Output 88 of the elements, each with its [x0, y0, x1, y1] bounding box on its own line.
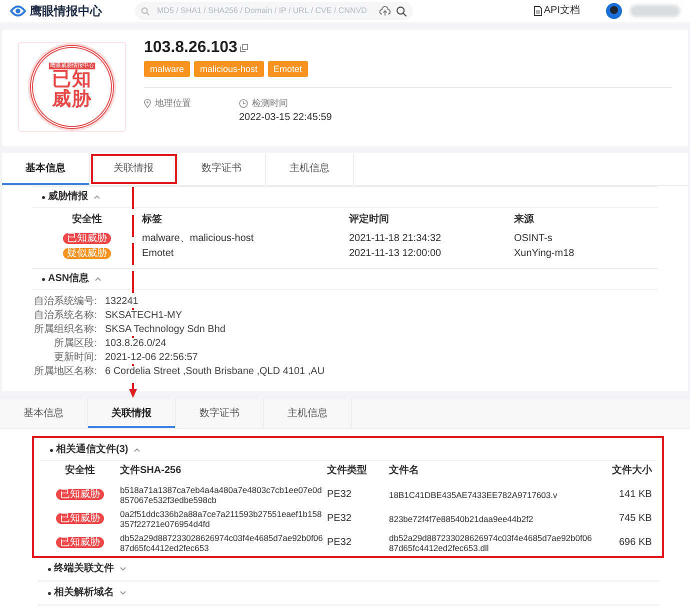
tag: malicious-host	[194, 61, 264, 77]
table-cell-text: 141 KB	[618, 489, 653, 501]
table-cell-text: 2021-11-18 21:34:32	[349, 233, 442, 245]
caret-icon[interactable]	[120, 567, 126, 571]
column-header: 安全性	[71, 214, 103, 227]
blurred-username	[630, 5, 680, 17]
column-header: 来源	[514, 214, 535, 227]
table-cell-text: b518a71a1387ca7eb4a4a480a7e4803c7cb1ee07e0d 857067e532f3edbe598cb	[120, 485, 323, 505]
detect-time-label: 检测时间	[252, 97, 288, 109]
table-cell-text: 823be72f4f7e88540b21daa9ee44b2f2	[389, 514, 534, 524]
search-input[interactable]: MD5 / SHA1 / SHA256 / Domain / IP / URL / CVE / CNNVD	[155, 4, 374, 18]
column-header: 文件名	[389, 465, 420, 478]
bullet-icon	[48, 568, 51, 570]
section-title[interactable]: 威胁情报	[48, 191, 88, 203]
copy-icon[interactable]	[240, 44, 248, 52]
tab[interactable]: 关联情报	[90, 153, 178, 185]
bullet-icon	[42, 278, 45, 280]
section-title[interactable]: ASN信息	[48, 273, 90, 285]
tab[interactable]: 数字证书	[176, 399, 264, 428]
table-cell-text: PE32	[327, 537, 352, 549]
tab[interactable]: 关联情报	[88, 399, 176, 428]
table-cell-text: 2021-11-13 12:00:00	[349, 248, 442, 260]
caret-icon[interactable]	[94, 195, 100, 199]
field-label: 所属组织名称:	[33, 324, 97, 336]
tab[interactable]: 基本信息	[2, 153, 90, 185]
field-value: 103.8.26.0/24	[105, 338, 166, 350]
field-value: SKSATECH1-MY	[105, 310, 182, 322]
search-icon[interactable]	[396, 6, 407, 16]
table-cell-text: OSINT-s	[514, 233, 554, 245]
tag: malware	[144, 61, 190, 77]
field-value: SKSA Technology Sdn Bhd	[105, 324, 226, 336]
api-docs-link[interactable]: API文档	[534, 5, 580, 17]
table-cell-text: PE32	[327, 513, 352, 525]
column-header: 文件大小	[610, 465, 653, 478]
table-cell: db52a29d887233028626974c03f4e4685d7ae92b0f06 87d65fc4412ed2fec653.dll	[389, 533, 592, 553]
logo-icon	[10, 4, 26, 18]
location-pin-icon	[144, 98, 151, 108]
section-title[interactable]: 相关解析域名	[54, 587, 114, 599]
field-label: 更新时间:	[53, 352, 97, 364]
tag: Emotet	[268, 61, 308, 77]
table-cell-text: 696 KB	[618, 537, 653, 549]
tab[interactable]: 数字证书	[178, 153, 266, 185]
field-label: 所属地区名称:	[33, 366, 97, 378]
field-value: 2021-12-06 22:56:57	[105, 352, 198, 364]
section-title[interactable]: 终端关联文件	[54, 563, 114, 575]
location-label: 地理位置	[155, 97, 191, 109]
tab[interactable]: 主机信息	[264, 399, 352, 428]
verdict-badge: 已知威胁	[56, 489, 104, 500]
caret-icon[interactable]	[134, 448, 140, 452]
field-label: 所属区段:	[53, 338, 97, 350]
table-cell-text: 745 KB	[618, 513, 653, 525]
verdict-badge: 已知威胁	[56, 537, 104, 548]
document-icon	[534, 6, 542, 16]
caret-icon[interactable]	[120, 591, 126, 595]
logo-text: 鹰眼情报中心	[30, 5, 102, 17]
table-cell-text: Emotet	[142, 248, 175, 260]
verdict-badge: 已知威胁	[63, 233, 111, 244]
column-header: 安全性	[64, 465, 96, 478]
verdict-badge: 疑似威胁	[63, 248, 111, 259]
search-icon	[141, 6, 150, 16]
column-header: 标签	[142, 214, 163, 227]
table-cell-text: XunYing-m18	[514, 248, 576, 260]
tab[interactable]: 基本信息	[0, 399, 88, 428]
table-cell-text: 0a2f51ddc336b2a88a7ce7a211593b27551eaef1b158 357f22721e076954d4fd	[120, 509, 323, 529]
avatar-icon[interactable]	[606, 3, 622, 19]
bullet-icon	[48, 592, 51, 594]
field-value: 132241	[105, 296, 138, 308]
field-label: 自治系统编号:	[33, 296, 97, 308]
section-title[interactable]: 相关通信文件(3)	[56, 444, 128, 456]
table-cell-text: 18B1C41DBE435AE7433EE782A9717603.v	[389, 490, 558, 500]
tab[interactable]: 主机信息	[266, 153, 354, 185]
table-cell-text: malware、malicious-host	[142, 233, 255, 245]
column-header: 文件类型	[327, 465, 368, 478]
column-header: 文件SHA-256	[120, 465, 182, 478]
upload-icon[interactable]	[379, 6, 391, 16]
bullet-icon	[42, 196, 45, 198]
field-value: 6 Cordelia Street ,South Brisbane ,QLD 4101 ,AU	[105, 366, 325, 378]
detect-time: 2022-03-15 22:45:59	[239, 112, 332, 124]
search-field[interactable]: MD5 / SHA1 / SHA256 / Domain / IP / URL / CVE / CNNVD	[135, 2, 413, 20]
verdict-badge: 已知威胁	[56, 513, 104, 524]
bullet-icon	[50, 448, 53, 452]
clock-icon	[239, 98, 248, 108]
column-header: 评定时间	[349, 214, 390, 227]
field-label: 自治系统名称:	[33, 310, 97, 322]
ip-address: 103.8.26.103	[144, 42, 238, 54]
table-cell-text: PE32	[327, 489, 352, 501]
table-cell-text: db52a29d887233028626974c03f4e4685d7ae92b0f06 87d65fc4412ed2fec653	[120, 533, 324, 553]
caret-icon[interactable]	[95, 277, 102, 281]
